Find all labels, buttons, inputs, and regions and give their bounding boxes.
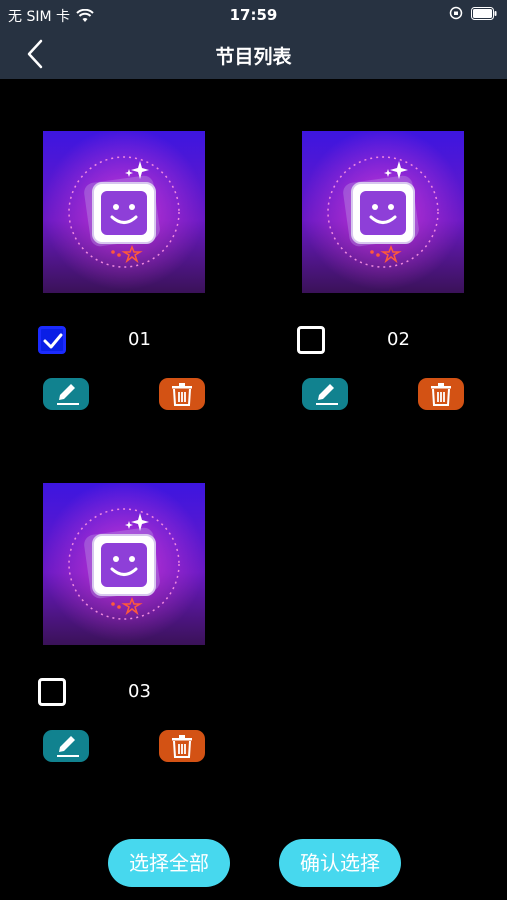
program-thumbnail[interactable] (43, 483, 205, 645)
program-card: 03 (0, 483, 240, 783)
status-bar: 无 SIM 卡 17:59 (0, 0, 507, 30)
program-thumbnail[interactable] (43, 131, 205, 293)
delete-button[interactable] (159, 730, 205, 762)
delete-button[interactable] (418, 378, 464, 410)
select-checkbox[interactable] (297, 326, 325, 354)
confirm-selection-button[interactable]: 确认选择 (279, 839, 401, 887)
program-label: 02 (387, 329, 410, 350)
page-title: 节目列表 (215, 46, 292, 68)
pencil-icon (57, 384, 79, 405)
delete-button[interactable] (159, 378, 205, 410)
pencil-icon (57, 736, 79, 757)
program-card: 02 (259, 131, 499, 431)
program-card: 01 (0, 131, 240, 431)
trash-icon (172, 735, 192, 758)
nav-bar: 节目列表 (0, 30, 507, 79)
orientation-lock-icon (449, 6, 463, 20)
program-label: 03 (128, 681, 151, 702)
battery-icon (471, 6, 497, 20)
checkmark-icon (43, 333, 63, 349)
status-time: 17:59 (229, 6, 278, 24)
trash-icon (431, 383, 451, 406)
trash-icon (172, 383, 192, 406)
edit-button[interactable] (43, 730, 89, 762)
program-thumbnail[interactable] (302, 131, 464, 293)
edit-button[interactable] (43, 378, 89, 410)
pencil-icon (316, 384, 338, 405)
select-checkbox[interactable] (38, 326, 66, 354)
program-label: 01 (128, 329, 151, 350)
select-all-button[interactable]: 选择全部 (108, 839, 230, 887)
status-right (449, 6, 497, 20)
edit-button[interactable] (302, 378, 348, 410)
select-checkbox[interactable] (38, 678, 66, 706)
